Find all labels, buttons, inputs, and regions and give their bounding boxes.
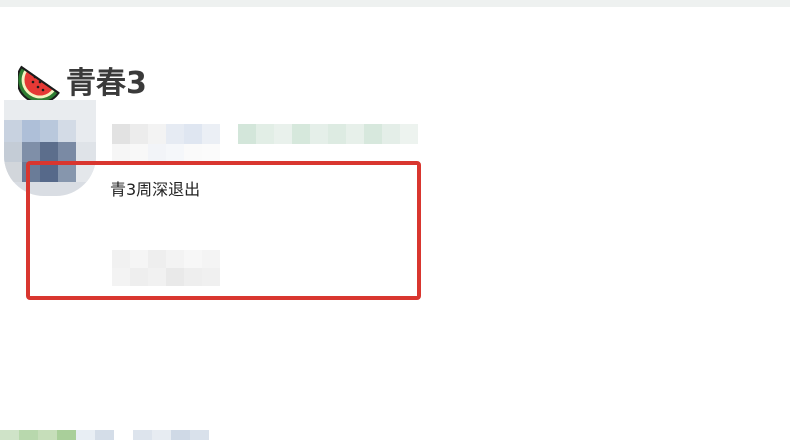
author-name-redacted [112,124,220,144]
highlight-box [26,161,421,300]
post-text: 青3周深退出 [110,180,201,199]
post-timestamp-redacted-row [112,268,220,286]
page: 青春3 青3周深退出 [0,0,790,440]
group-heading: 青春3 [16,58,147,104]
next-post-redacted [0,430,209,440]
watermelon-icon [16,58,62,104]
post-timestamp-redacted [112,250,220,268]
author-info-redacted [238,124,418,144]
top-divider [0,0,790,7]
group-title: 青春3 [66,66,147,101]
